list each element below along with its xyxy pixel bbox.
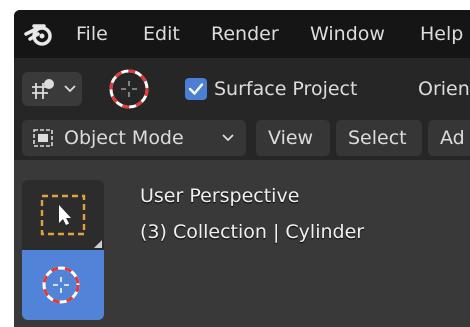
chevron-down-icon: [64, 85, 76, 93]
menu-help[interactable]: Help: [420, 22, 463, 46]
view-name-overlay: User Perspective: [140, 185, 300, 207]
collection-overlay: (3) Collection | Cylinder: [140, 221, 365, 243]
menu-view-label: View: [268, 127, 314, 149]
object-mode-dropdown[interactable]: Object Mode: [22, 120, 246, 156]
top-menu-bar: File Edit Render Window Help: [14, 10, 470, 58]
surface-project-label[interactable]: Surface Project: [214, 77, 357, 101]
menu-select[interactable]: Select: [336, 120, 422, 156]
surface-project-checkbox[interactable]: [185, 78, 207, 100]
select-box-icon: [40, 194, 86, 236]
menu-select-label: Select: [348, 127, 407, 149]
menu-window[interactable]: Window: [310, 22, 385, 46]
object-mode-icon: [33, 129, 53, 147]
tool-corner-indicator-icon: [94, 240, 102, 248]
menu-edit[interactable]: Edit: [143, 22, 180, 46]
menu-add[interactable]: Ad: [428, 120, 470, 156]
3d-cursor-icon[interactable]: [106, 66, 152, 112]
3d-cursor-icon: [42, 266, 80, 304]
cursor-tool[interactable]: [22, 250, 104, 320]
viewport-toolbar: [22, 180, 104, 327]
blender-logo-icon[interactable]: [24, 20, 54, 48]
checkmark-icon: [188, 83, 204, 95]
select-box-tool[interactable]: [22, 180, 104, 250]
chevron-down-icon: [222, 134, 234, 142]
transform-pivot-dropdown[interactable]: [22, 72, 82, 106]
transform-pivot-icon: [32, 79, 54, 99]
menu-view[interactable]: View: [256, 120, 330, 156]
object-mode-label: Object Mode: [64, 127, 184, 149]
menu-render[interactable]: Render: [211, 22, 279, 46]
blender-window: File Edit Render Window Help Surface Pro…: [14, 10, 470, 327]
menu-file[interactable]: File: [76, 22, 108, 46]
orientation-label[interactable]: Orien: [418, 77, 470, 101]
menu-add-label: Ad: [440, 127, 465, 149]
